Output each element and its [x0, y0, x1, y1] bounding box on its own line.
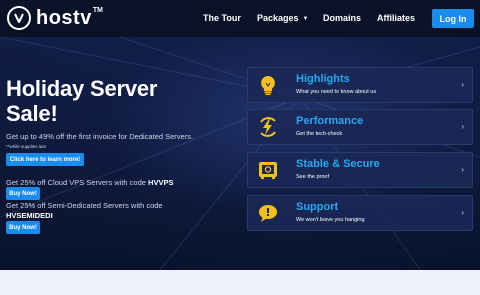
feature-title: Stable & Secure [296, 158, 380, 170]
nav-link-affiliates[interactable]: Affiliates [377, 12, 415, 24]
buy-now-cloud-vps-button[interactable]: Buy Now! [6, 187, 40, 200]
buy-now-semi-dedicated-button[interactable]: Buy Now! [6, 221, 40, 234]
chat-bubble-icon [259, 205, 277, 222]
feature-subtitle: What you need to know about us [296, 89, 377, 95]
feature-title: Performance [296, 115, 364, 127]
brand-name: hostv [36, 7, 92, 29]
learn-more-button[interactable]: Click here to learn more! [6, 153, 84, 166]
feature-subtitle: We won't leave you hanging [296, 217, 365, 223]
promo-cloud-vps-code: HVVPS [148, 178, 174, 187]
nav-link-packages[interactable]: Packages ▼ [257, 12, 309, 25]
promo-dedicated-note: **while supplies last [6, 143, 46, 149]
lightning-bolt-icon [260, 117, 276, 137]
nav-link-domains[interactable]: Domains [323, 12, 361, 24]
hero-section: Holiday Server Sale! Get up to 49% off t… [0, 37, 480, 270]
promo-cloud-vps-body: Get 25% off Cloud VPS Servers with code [6, 178, 149, 187]
feature-card-performance[interactable]: Performance Get the tech-check › [247, 109, 473, 145]
promo-semi-dedicated-text: Get 25% off Semi-Dedicated Servers with … [6, 201, 206, 220]
chevron-down-icon: ▼ [302, 16, 309, 22]
login-button[interactable]: Log In [432, 9, 474, 28]
feature-title: Support [296, 201, 339, 213]
hero-headline-line2: Sale! [6, 101, 58, 126]
promo-semi-dedicated-code: HVSEMIDEDI [6, 210, 53, 220]
hero-headline: Holiday Server Sale! [6, 76, 206, 126]
feature-card-support[interactable]: Support We won't leave you hanging › [247, 195, 473, 231]
nav-link-the-tour[interactable]: The Tour [203, 12, 241, 24]
chevron-right-icon: › [461, 165, 464, 174]
promo-semi-dedicated-body: Get 25% off Semi-Dedicated Servers with … [6, 201, 163, 210]
logo-v-icon [7, 6, 31, 30]
feature-subtitle: Get the tech-check [296, 131, 343, 137]
hero-headline-line1: Holiday Server [6, 76, 158, 101]
promo-dedicated-text: Get up to 49% off the first invoice for … [6, 132, 206, 151]
lightbulb-icon [261, 76, 275, 95]
chevron-right-icon: › [461, 80, 464, 89]
feature-card-stable-secure[interactable]: Stable & Secure See the proof › [247, 152, 473, 188]
feature-subtitle: See the proof [296, 174, 330, 180]
brand-logo[interactable]: hostv TM [7, 6, 103, 30]
top-navbar: hostv TM The Tour Packages ▼ Domains Affi… [0, 0, 480, 37]
feature-title: Highlights [296, 73, 350, 85]
page-content-strip [0, 270, 480, 295]
promo-dedicated-body: Get up to 49% off the first invoice for … [6, 132, 194, 141]
chevron-right-icon: › [461, 208, 464, 217]
safe-icon [259, 162, 277, 179]
nav-packages-label: Packages [257, 13, 299, 23]
brand-trademark: TM [92, 7, 103, 14]
chevron-right-icon: › [461, 122, 464, 131]
feature-card-highlights[interactable]: Highlights What you need to know about u… [247, 67, 473, 103]
